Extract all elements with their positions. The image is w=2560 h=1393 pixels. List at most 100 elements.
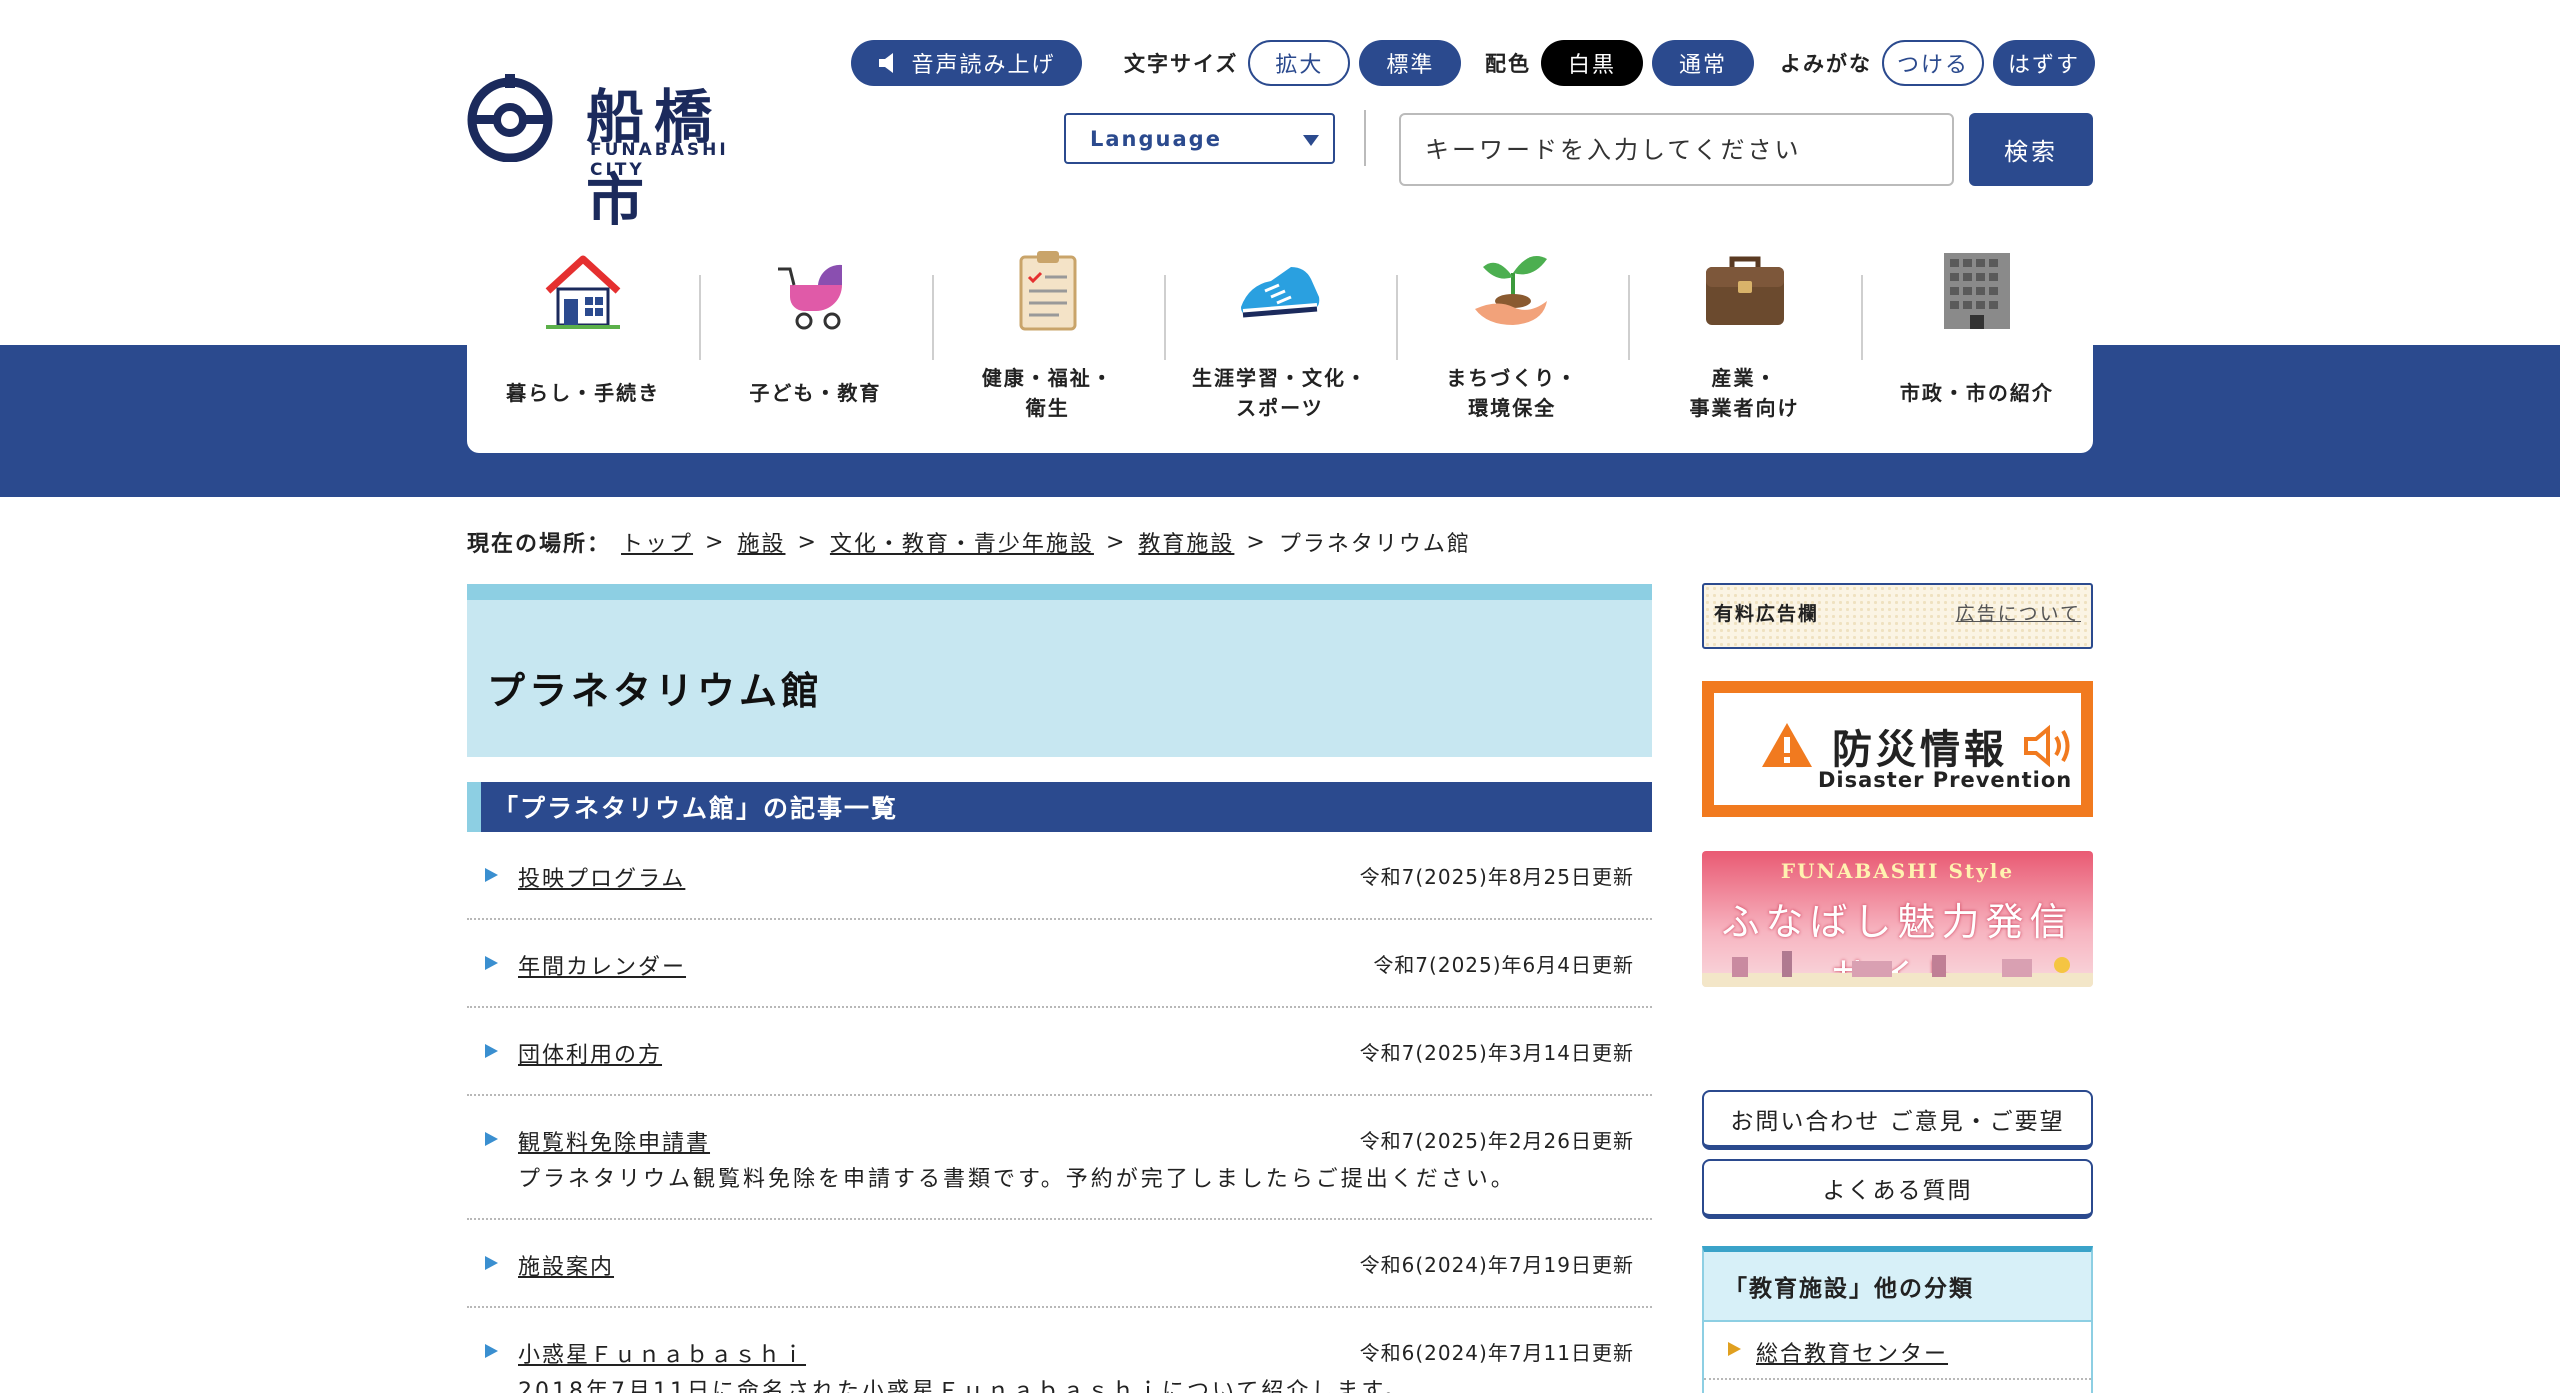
city-name-en: FUNABASHI CITY [590, 140, 729, 180]
search-input[interactable] [1399, 113, 1954, 186]
sneaker-icon [1240, 267, 1320, 318]
list-item: 総合教育センター [1704, 1322, 2091, 1380]
nav-item-city[interactable]: 市政・市の紹介 [1860, 225, 2093, 453]
article-date: 令和7(2025)年2月26日更新 [1359, 1129, 1634, 1153]
breadcrumb-label: 現在の場所： [467, 532, 612, 557]
speaker-icon [879, 53, 894, 73]
font-size-standard-button[interactable]: 標準 [1359, 40, 1462, 86]
language-select[interactable]: Language [1064, 113, 1335, 164]
language-label: Language [1090, 126, 1222, 151]
color-scheme-label: 配色 [1485, 52, 1531, 76]
building-icon [1943, 253, 2010, 329]
article-link[interactable]: 年間カレンダー [518, 949, 686, 981]
stroller-icon [778, 264, 843, 330]
paid-ad-label: 有料広告欄 [1714, 603, 1820, 625]
contact-button[interactable]: お問い合わせ ご意見・ご要望 [1702, 1090, 2093, 1150]
nav-label: まちづくり・ 環境保全 [1446, 366, 1579, 420]
sprout-icon [1475, 256, 1548, 325]
nav-item-children[interactable]: 子ども・教育 [699, 225, 931, 453]
clipboard-icon [1019, 251, 1077, 331]
color-white-black-button[interactable]: 白黒 [1541, 40, 1643, 86]
speaker-icon [2024, 724, 2070, 768]
read-aloud-button[interactable]: 音声読み上げ [851, 40, 1082, 86]
list-item: 年間カレンダー 令和7(2025)年6月4日更新 [467, 920, 1652, 1008]
nav-label: 生涯学習・文化・ スポーツ [1191, 366, 1368, 420]
breadcrumb-current: プラネタリウム館 [1278, 532, 1471, 557]
article-description: プラネタリウム観覧料免除を申請する書類です。予約が完了しましたらご提出ください。 [518, 1167, 1516, 1192]
article-list-heading: 「プラネタリウム館」の記事一覧 [467, 782, 1652, 832]
list-item: 投映プログラム 令和7(2025)年8月25日更新 [467, 840, 1652, 920]
nav-item-living[interactable]: 暮らし・手続き [467, 225, 699, 453]
list-item: 小惑星Ｆｕｎａｂａｓｈｉ 令和6(2024)年7月11日更新 2018年7月11… [467, 1308, 1652, 1393]
triangle-bullet-icon [485, 1256, 498, 1270]
search-button[interactable]: 検索 [1969, 113, 2093, 186]
triangle-bullet-icon [485, 1132, 498, 1146]
breadcrumb-link-culture[interactable]: 文化・教育・青少年施設 [830, 526, 1094, 558]
article-link[interactable]: 施設案内 [518, 1249, 614, 1281]
font-size-label: 文字サイズ [1124, 52, 1239, 76]
city-skyline-icon [1702, 951, 2093, 987]
disaster-info-banner[interactable]: 防災情報 Disaster Prevention [1702, 681, 2093, 817]
funabashi-style-logo: FUNABASHI Style [1780, 859, 2015, 883]
list-item: 団体利用の方 令和7(2025)年3月14日更新 [467, 1008, 1652, 1096]
category-link[interactable]: 総合教育センター [1756, 1336, 1948, 1368]
disaster-info-title: 防災情報 [1832, 727, 2008, 773]
page-title: プラネタリウム館 [487, 669, 824, 713]
triangle-bullet-icon [1728, 1342, 1741, 1356]
other-categories-heading: 「教育施設」他の分類 [1704, 1252, 2091, 1322]
article-date: 令和7(2025)年8月25日更新 [1359, 865, 1634, 889]
warning-icon [1762, 723, 1812, 767]
breadcrumb-separator: > [1246, 529, 1267, 555]
nav-item-learning[interactable]: 生涯学習・文化・ スポーツ [1163, 225, 1396, 453]
nav-item-town[interactable]: まちづくり・ 環境保全 [1396, 225, 1628, 453]
article-date: 令和7(2025)年3月14日更新 [1359, 1041, 1634, 1065]
furigana-on-button[interactable]: つける [1882, 40, 1984, 86]
city-emblem-icon [467, 74, 553, 162]
funabashi-style-banner[interactable]: FUNABASHI Style ふなばし魅力発信サイト [1702, 851, 2093, 987]
nav-label: 産業・ 事業者向け [1689, 366, 1800, 420]
global-nav: 暮らし・手続き 子ども・教育 健康・福祉・ 衛生 生涯学習・文化・ スポーツ ま… [467, 225, 2093, 453]
article-date: 令和6(2024)年7月11日更新 [1359, 1341, 1634, 1365]
breadcrumb: 現在の場所： トップ > 施設 > 文化・教育・青少年施設 > 教育施設 > プ… [467, 526, 1471, 558]
furigana-label: よみがな [1780, 52, 1872, 76]
site-logo[interactable]: 船橋市 FUNABASHI CITY [464, 68, 774, 235]
list-item: 施設案内 令和6(2024)年7月19日更新 [467, 1220, 1652, 1308]
chevron-down-icon [1303, 135, 1319, 146]
nav-label: 健康・福祉・ 衛生 [981, 366, 1114, 420]
about-ads-link[interactable]: 広告について [1956, 599, 2081, 626]
article-link[interactable]: 団体利用の方 [518, 1037, 662, 1069]
breadcrumb-separator: > [705, 529, 726, 555]
triangle-bullet-icon [485, 1044, 498, 1058]
nav-item-health[interactable]: 健康・福祉・ 衛生 [931, 225, 1164, 453]
header-divider [1364, 110, 1366, 166]
breadcrumb-link-facilities[interactable]: 施設 [737, 526, 785, 558]
other-categories-box: 「教育施設」他の分類 総合教育センター [1702, 1246, 2093, 1393]
article-description: 2018年7月11日に命名された小惑星Ｆｕｎａｂａｓｈｉについて紹介します。 [518, 1379, 1410, 1393]
article-link[interactable]: 投映プログラム [518, 861, 685, 893]
nav-label: 子ども・教育 [749, 381, 882, 405]
color-normal-button[interactable]: 通常 [1652, 40, 1754, 86]
list-item: 観覧料免除申請書 令和7(2025)年2月26日更新 プラネタリウム観覧料免除を… [467, 1096, 1652, 1220]
font-size-enlarge-button[interactable]: 拡大 [1248, 40, 1351, 86]
nav-label: 市政・市の紹介 [1899, 381, 2054, 405]
read-aloud-pill[interactable]: 音声読み上げ [851, 40, 1082, 86]
read-aloud-label: 音声読み上げ [911, 53, 1056, 78]
article-date: 令和6(2024)年7月19日更新 [1359, 1253, 1634, 1277]
triangle-bullet-icon [485, 868, 498, 882]
breadcrumb-separator: > [1105, 529, 1127, 555]
disaster-info-subtitle: Disaster Prevention [1818, 768, 2073, 792]
breadcrumb-separator: > [797, 529, 818, 555]
article-date: 令和7(2025)年6月4日更新 [1373, 953, 1634, 977]
breadcrumb-link-education[interactable]: 教育施設 [1138, 526, 1234, 558]
nav-item-industry[interactable]: 産業・ 事業者向け [1628, 225, 1860, 453]
faq-button[interactable]: よくある質問 [1702, 1159, 2093, 1219]
breadcrumb-link-top[interactable]: トップ [621, 526, 693, 558]
triangle-bullet-icon [485, 1344, 498, 1358]
triangle-bullet-icon [485, 956, 498, 970]
article-link[interactable]: 小惑星Ｆｕｎａｂａｓｈｉ [518, 1337, 806, 1369]
page-title-box: プラネタリウム館 [467, 584, 1652, 757]
article-list: 投映プログラム 令和7(2025)年8月25日更新 年間カレンダー 令和7(20… [467, 840, 1652, 1393]
furigana-off-button[interactable]: はずす [1993, 40, 2095, 86]
house-icon [545, 255, 621, 329]
article-link[interactable]: 観覧料免除申請書 [518, 1125, 710, 1157]
